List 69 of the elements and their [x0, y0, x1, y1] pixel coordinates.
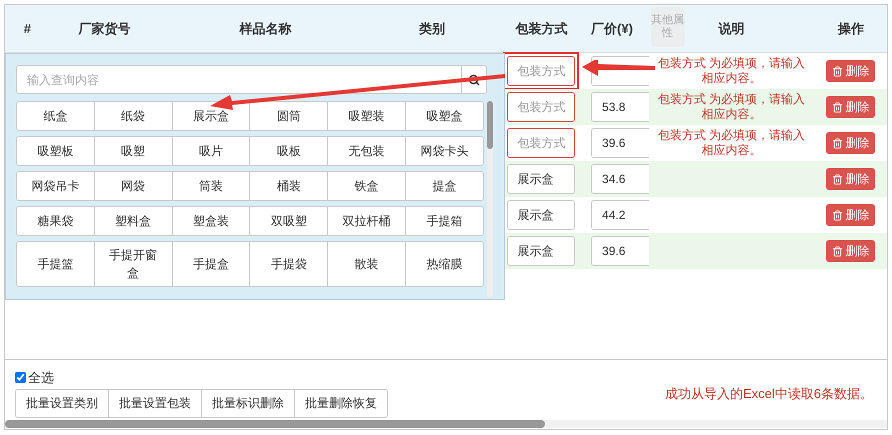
- delete-button[interactable]: 删除: [826, 60, 876, 82]
- price-field[interactable]: 34.6: [591, 164, 649, 194]
- status-message: 成功从导入的Excel中读取6条数据。: [664, 385, 873, 403]
- package-option[interactable]: 散装: [327, 242, 406, 286]
- package-option[interactable]: 手提盒: [172, 242, 250, 286]
- package-option[interactable]: 双拉杆桶: [327, 207, 406, 235]
- validation-message: 包装方式 为必填项，请输入相应内容。: [656, 128, 806, 158]
- column-header: 类别: [419, 20, 446, 38]
- package-option[interactable]: 网袋吊卡: [17, 172, 94, 200]
- package-select[interactable]: 展示盒: [507, 164, 576, 194]
- package-option[interactable]: 手提箱: [405, 207, 483, 235]
- search-icon: [468, 74, 480, 86]
- package-option[interactable]: 糖果袋: [17, 207, 94, 235]
- validation-message: 包装方式 为必填项，请输入相应内容。: [656, 56, 806, 86]
- column-header: 操作: [838, 20, 864, 38]
- trash-icon: [832, 246, 844, 256]
- package-option[interactable]: 塑料盒: [94, 207, 172, 235]
- package-option[interactable]: 网袋: [94, 172, 172, 200]
- package-option[interactable]: 无包装: [327, 137, 406, 165]
- package-option[interactable]: 手提袋: [249, 242, 328, 286]
- batch-button[interactable]: 批量设置包装: [108, 388, 202, 418]
- select-all-checkbox[interactable]: [15, 372, 26, 384]
- package-option[interactable]: 热缩膜: [405, 242, 483, 286]
- column-header: 厂家货号: [78, 20, 130, 38]
- trash-icon: [832, 66, 844, 76]
- price-field[interactable]: 44.2: [591, 200, 649, 230]
- package-option[interactable]: 网袋卡头: [405, 137, 483, 165]
- package-option[interactable]: 吸塑板: [17, 137, 94, 165]
- package-select[interactable]: 展示盒: [507, 200, 576, 230]
- select-all-label: 全选: [28, 369, 54, 387]
- package-option[interactable]: 吸塑: [94, 137, 172, 165]
- trash-icon: [832, 210, 844, 220]
- package-option[interactable]: 塑盒装: [172, 207, 250, 235]
- package-option[interactable]: 铁盒: [327, 172, 406, 200]
- column-header: 说明: [718, 20, 745, 38]
- column-header: 厂价(¥): [591, 20, 633, 38]
- delete-button[interactable]: 删除: [826, 132, 876, 154]
- package-select[interactable]: 展示盒: [507, 236, 576, 266]
- dropdown-scrollbar[interactable]: [487, 101, 493, 297]
- package-option[interactable]: 吸板: [249, 137, 328, 165]
- package-option[interactable]: 桶装: [249, 172, 328, 200]
- validation-message: 包装方式 为必填项，请输入相应内容。: [656, 92, 806, 122]
- price-field[interactable]: 53.8: [591, 92, 649, 122]
- batch-button[interactable]: 批量设置类别: [15, 388, 109, 418]
- batch-button[interactable]: 批量删除恢复: [294, 388, 388, 418]
- trash-icon: [832, 138, 844, 148]
- package-option[interactable]: 手提篮: [17, 242, 94, 286]
- package-option[interactable]: 吸片: [172, 137, 250, 165]
- column-header: #: [24, 20, 31, 38]
- column-header: 包装方式: [515, 20, 568, 38]
- trash-icon: [832, 102, 844, 112]
- package-option[interactable]: 吸塑装: [327, 102, 406, 130]
- package-option[interactable]: 吸塑盒: [405, 102, 483, 130]
- delete-button[interactable]: 删除: [826, 204, 876, 226]
- price-field[interactable]: 39.6: [591, 128, 649, 158]
- package-option[interactable]: 双吸塑: [249, 207, 328, 235]
- delete-button[interactable]: 删除: [826, 168, 876, 190]
- trash-icon: [832, 174, 844, 184]
- horizontal-scrollbar[interactable]: [5, 420, 887, 428]
- delete-button[interactable]: 删除: [826, 96, 876, 118]
- package-option[interactable]: 提盒: [405, 172, 483, 200]
- batch-button[interactable]: 批量标识删除: [201, 388, 295, 418]
- price-field[interactable]: 39.6: [591, 236, 649, 266]
- column-header: 样品名称: [240, 20, 292, 38]
- delete-button[interactable]: 删除: [826, 240, 876, 262]
- package-option[interactable]: 纸袋: [94, 102, 172, 130]
- package-option[interactable]: 筒装: [172, 172, 250, 200]
- package-option[interactable]: 纸盒: [17, 102, 94, 130]
- package-option[interactable]: 手提开窗盒: [94, 242, 172, 286]
